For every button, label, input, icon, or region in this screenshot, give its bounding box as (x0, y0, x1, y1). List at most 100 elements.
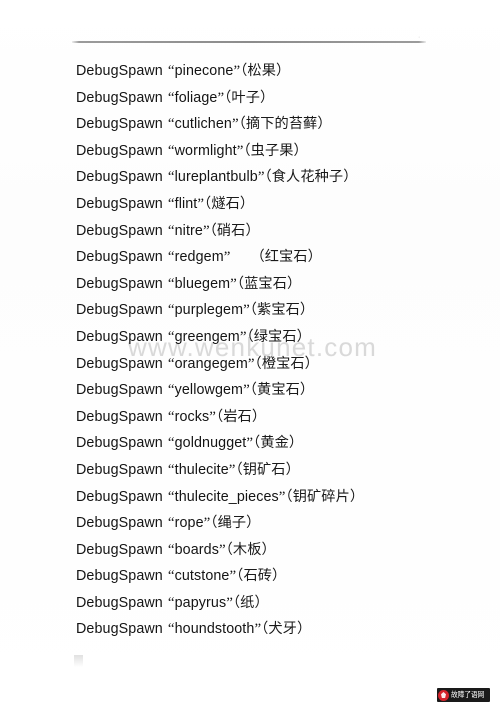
command-argument: foliage (174, 89, 218, 106)
open-quote: “ (167, 515, 175, 532)
command-translation: （犬牙） (261, 621, 312, 638)
command-keyword: DebugSpawn (76, 488, 163, 505)
command-argument: thulecite (174, 461, 229, 478)
open-quote: “ (167, 594, 175, 611)
command-translation: （食人花种子） (264, 169, 358, 186)
command-argument: flint (174, 195, 198, 212)
command-translation: （紫宝石） (249, 302, 315, 319)
command-translation: （黄宝石） (249, 382, 315, 399)
open-quote: “ (167, 488, 175, 505)
close-quote: ” (226, 594, 233, 611)
command-line: DebugSpawn “purplegem”（紫宝石） (76, 297, 486, 324)
command-argument: houndstooth (174, 621, 255, 638)
command-translation: （绿宝石） (246, 328, 311, 345)
command-line: DebugSpawn “lureplantbulb”（食人花种子） (76, 164, 486, 191)
command-translation: （石砖） (236, 568, 287, 585)
command-keyword: DebugSpawn (76, 249, 163, 266)
open-quote: “ (167, 222, 175, 239)
open-quote: “ (167, 541, 175, 558)
command-line: DebugSpawn “papyrus”（纸） (76, 590, 486, 617)
open-quote: “ (167, 568, 175, 585)
command-line: DebugSpawn “cutlichen”（摘下的苔藓） (76, 111, 486, 138)
command-translation: （钥矿碎片） (285, 488, 365, 505)
command-keyword: DebugSpawn (76, 169, 163, 186)
command-line: DebugSpawn “thulecite_pieces”（钥矿碎片） (76, 484, 486, 511)
command-translation: （燧石） (204, 195, 255, 212)
open-quote: “ (167, 249, 175, 266)
close-quote: ” (223, 249, 231, 266)
command-keyword: DebugSpawn (76, 195, 163, 212)
close-quote: ” (243, 382, 250, 399)
command-line: DebugSpawn “cutstone”（石砖） (76, 563, 486, 590)
command-line: DebugSpawn “bluegem”（蓝宝石） (76, 271, 486, 298)
command-keyword: DebugSpawn (76, 328, 163, 345)
command-argument: lureplantbulb (174, 169, 258, 186)
open-quote: “ (167, 621, 175, 638)
command-translation: （摘下的苔藓） (238, 116, 332, 133)
command-argument: redgem (174, 249, 224, 266)
open-quote: “ (167, 89, 175, 106)
open-quote: “ (167, 435, 175, 452)
command-translation: （黄金） (253, 435, 304, 452)
command-line: DebugSpawn “orangegem”（橙宝石） (76, 351, 486, 378)
command-keyword: DebugSpawn (76, 435, 163, 452)
command-argument: boards (174, 541, 219, 558)
command-argument: goldnugget (174, 435, 247, 452)
command-line: DebugSpawn “foliage”（叶子） (76, 85, 486, 112)
command-line: DebugSpawn “houndstooth”（犬牙） (76, 616, 486, 643)
site-badge[interactable]: 故障了语网 (437, 688, 490, 702)
site-badge-label: 故障了语网 (451, 690, 485, 699)
command-keyword: DebugSpawn (76, 515, 163, 532)
command-argument: bluegem (174, 275, 231, 292)
close-quote: ” (218, 541, 226, 558)
command-argument: wormlight (174, 142, 237, 159)
command-line: DebugSpawn “greengem”（绿宝石） (76, 324, 486, 351)
command-keyword: DebugSpawn (76, 594, 163, 611)
command-keyword: DebugSpawn (76, 541, 163, 558)
command-keyword: DebugSpawn (76, 142, 163, 159)
open-quote: “ (167, 461, 175, 478)
open-quote: “ (167, 195, 175, 212)
command-line: DebugSpawn “goldnugget”（黄金） (76, 430, 486, 457)
circle-logo-icon (438, 689, 449, 701)
command-translation: （叶子） (224, 89, 275, 106)
open-quote: “ (167, 355, 175, 372)
header-rule-tick: · (418, 34, 421, 41)
command-keyword: DebugSpawn (76, 116, 163, 133)
command-translation: （橙宝石） (254, 355, 319, 372)
command-translation: （钥矿石） (235, 461, 300, 478)
command-translation: （松果） (240, 63, 291, 79)
command-keyword: DebugSpawn (76, 355, 163, 372)
close-quote: ” (228, 461, 236, 478)
command-line: DebugSpawn “thulecite”（钥矿石） (76, 457, 486, 484)
command-line: DebugSpawn “nitre”（硝石） (76, 218, 486, 245)
command-translation: （虫子果） (243, 142, 308, 159)
command-argument: rocks (174, 408, 210, 425)
command-argument: yellowgem (174, 382, 244, 399)
command-argument: papyrus (174, 594, 227, 611)
command-argument: thulecite_pieces (174, 488, 279, 505)
command-line: DebugSpawn “yellowgem”（黄宝石） (76, 377, 486, 404)
command-line: DebugSpawn “rope”（绳子） (76, 510, 486, 537)
command-argument: cutlichen (174, 116, 232, 133)
command-line: DebugSpawn “rocks”（岩石） (76, 404, 486, 431)
command-argument: greengem (174, 328, 240, 345)
close-quote: ” (202, 222, 210, 239)
command-line: DebugSpawn “redgem” （红宝石） (76, 244, 486, 271)
open-quote: “ (167, 116, 175, 133)
close-quote: ” (230, 275, 237, 292)
command-keyword: DebugSpawn (76, 382, 163, 399)
command-argument: rope (174, 515, 204, 532)
command-keyword: DebugSpawn (76, 302, 163, 319)
command-argument: cutstone (174, 568, 230, 585)
command-keyword: DebugSpawn (76, 621, 163, 638)
command-argument: purplegem (174, 302, 244, 319)
command-line: DebugSpawn “flint”（燧石） (76, 191, 486, 218)
command-translation: （岩石） (216, 408, 267, 425)
command-translation: （蓝宝石） (236, 275, 302, 292)
open-quote: “ (167, 382, 175, 399)
command-keyword: DebugSpawn (76, 461, 163, 478)
command-keyword: DebugSpawn (76, 222, 163, 239)
command-line: DebugSpawn “wormlight”（虫子果） (76, 138, 486, 165)
command-argument: pinecone (174, 63, 234, 79)
